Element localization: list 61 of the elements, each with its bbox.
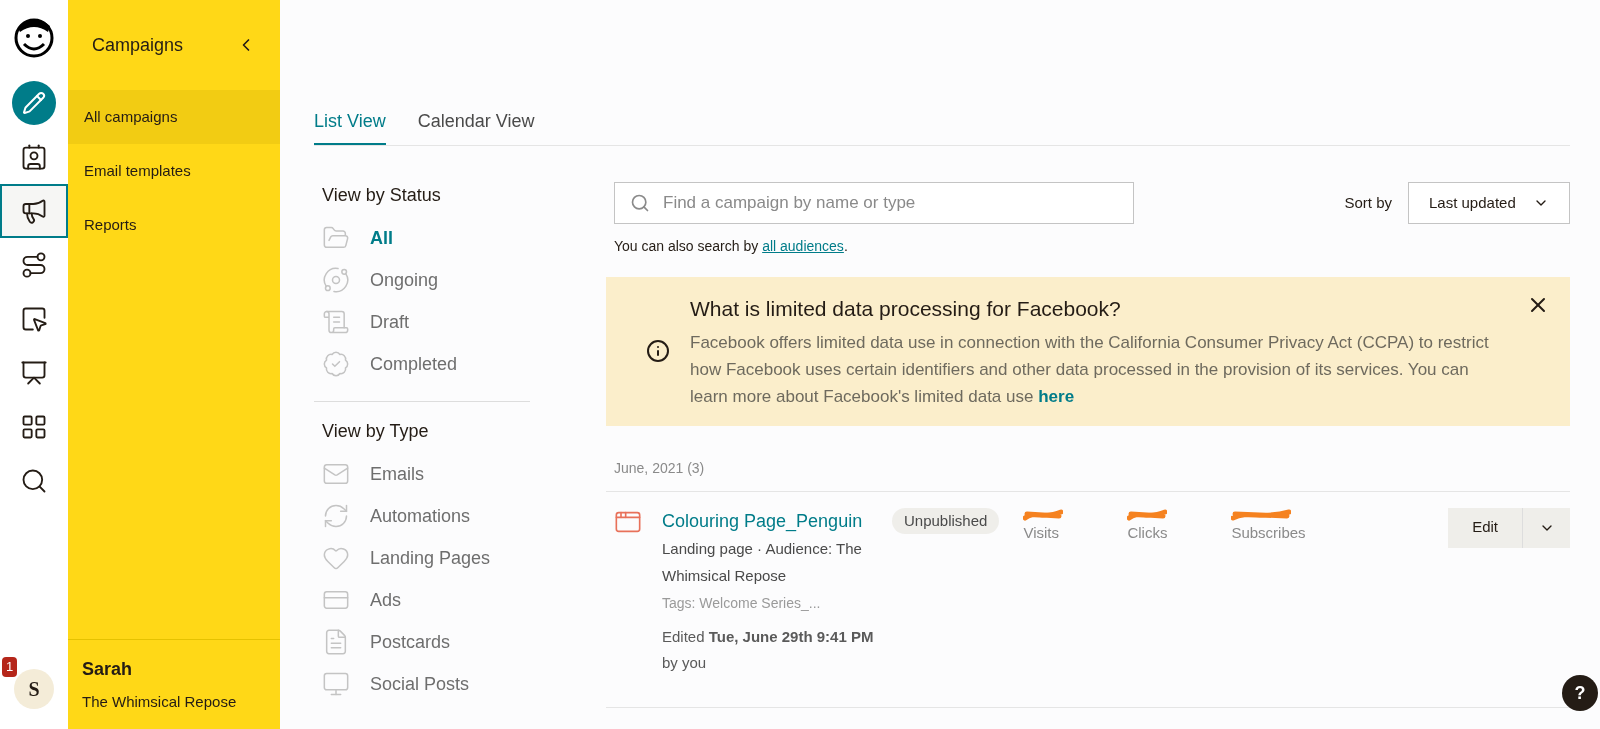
nav-rail-item[interactable] (0, 184, 68, 238)
people-icon (20, 143, 48, 171)
search-field[interactable]: Find a campaign by name or type (614, 182, 1134, 224)
filter-link[interactable]: Automations (370, 502, 471, 530)
orbit-icon (322, 266, 350, 294)
sidebar-item[interactable]: All campaigns (68, 90, 280, 144)
search-hint: You can also search by (614, 237, 760, 256)
period-text: . (843, 237, 848, 256)
filter-link[interactable]: Postcards (370, 628, 451, 656)
notification-badge: 1 (2, 657, 18, 677)
pencil-icon (22, 91, 46, 115)
edited-by: by you (662, 653, 708, 673)
filter-link[interactable]: Emails (370, 460, 424, 488)
view-tab[interactable]: Calendar View (417, 108, 535, 145)
redaction-scribble (1127, 507, 1168, 522)
check-badge-icon (322, 350, 350, 378)
redaction-scribble (1231, 507, 1292, 522)
avatar[interactable]: S (14, 669, 54, 709)
search-icon (630, 193, 650, 213)
section-heading: View by Status (322, 184, 442, 207)
view-tab[interactable]: List View (314, 108, 386, 145)
help-button[interactable]: ? (1562, 675, 1598, 711)
filter-link[interactable]: Ongoing (370, 266, 439, 294)
edited-text: Edited Tue, June 29th 9:41 PM (662, 626, 875, 647)
sidebar-item[interactable]: Email templates (68, 144, 280, 198)
stat-label: Visits (1023, 522, 1059, 543)
stat-label: Subscribes (1231, 522, 1306, 543)
megaphone-icon (20, 197, 48, 225)
info-icon (646, 339, 670, 364)
filter-link[interactable]: Social Posts (370, 670, 470, 698)
pointer-window-icon (20, 305, 48, 333)
scroll-icon (322, 308, 350, 336)
section-heading: View by Type (322, 420, 430, 443)
presentation-icon (20, 359, 48, 387)
sidebar-title: Campaigns (92, 33, 184, 57)
search-icon (20, 467, 48, 495)
sort-dropdown[interactable]: Last updated (1408, 182, 1570, 224)
route-icon (20, 251, 48, 279)
grid-icon (20, 413, 48, 441)
filter-link[interactable]: Completed (370, 350, 458, 378)
banner-text: Facebook offers limited data use in connection with the California Consumer Privacy Act (CCPA) to restrict how Facebook uses certain identifiers and other data processed in the provision of its services. You can learn more about Facebook's limited data use here (690, 331, 1490, 408)
org-name: The Whimsical Repose (82, 691, 238, 712)
banner-title: What is limited data processing for Facebook? (690, 296, 1122, 322)
campaign-name-link[interactable]: Colouring Page_Penguin (662, 510, 863, 531)
group-heading: June, 2021 (3) (606, 457, 1570, 492)
audiences-link[interactable]: all audiences (762, 236, 844, 257)
filter-link[interactable]: Landing Pages (370, 544, 491, 572)
filter-link[interactable]: All (370, 224, 393, 252)
filter-link[interactable]: Ads (370, 586, 402, 614)
status-badge: Unpublished (892, 507, 1000, 534)
sidebar-item[interactable]: Reports (68, 198, 280, 252)
campaign-tags: Tags: Welcome Series_... (662, 592, 892, 614)
user-name: Sarah (82, 657, 134, 681)
monitor-icon (322, 670, 350, 698)
stat-label: Clicks (1127, 522, 1168, 543)
refresh-icon (322, 502, 350, 530)
sort-label: Sort by (1344, 192, 1392, 213)
campaign-meta: Landing page · Audience: The Whimsical Repose (662, 538, 863, 586)
filter-link[interactable]: Draft (370, 308, 409, 336)
here-link[interactable]: here (1038, 386, 1075, 406)
redaction-scribble (1023, 507, 1064, 522)
